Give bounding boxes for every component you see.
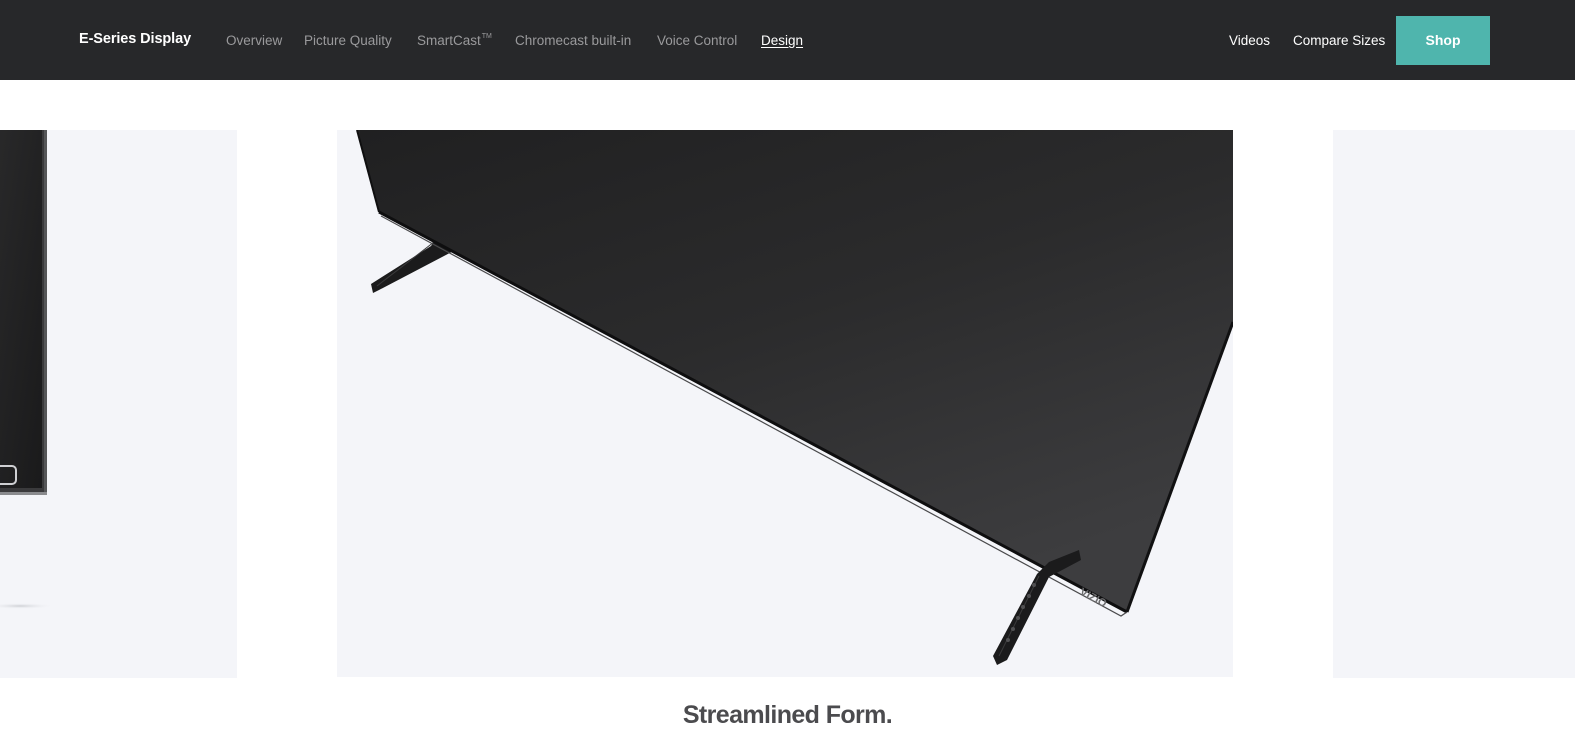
trademark-mark: TM: [481, 33, 492, 40]
carousel-current-slide: VIZIO: [337, 130, 1233, 677]
nav-overview[interactable]: Overview: [226, 33, 282, 48]
top-navigation-bar: E-Series Display Overview Picture Qualit…: [0, 0, 1575, 80]
nav-picture-quality[interactable]: Picture Quality: [304, 33, 392, 48]
nav-chromecast[interactable]: Chromecast built-in: [515, 33, 631, 48]
nav-voice-control[interactable]: Voice Control: [657, 33, 737, 48]
shop-button[interactable]: Shop: [1396, 16, 1490, 65]
videos-link[interactable]: Videos: [1229, 33, 1270, 48]
carousel-next-slide[interactable]: [1333, 130, 1575, 678]
carousel-previous-slide[interactable]: [0, 130, 237, 678]
product-title[interactable]: E-Series Display: [79, 31, 191, 47]
tv-front-image: [0, 130, 54, 609]
nav-design[interactable]: Design: [761, 33, 803, 48]
slide-headline: Streamlined Form.: [682, 701, 893, 729]
nav-smartcast-label: SmartCast: [417, 33, 481, 48]
compare-sizes-link[interactable]: Compare Sizes: [1293, 33, 1385, 48]
tv-angled-image: VIZIO: [356, 130, 1233, 665]
nav-smartcast[interactable]: SmartCastTM: [417, 33, 492, 48]
